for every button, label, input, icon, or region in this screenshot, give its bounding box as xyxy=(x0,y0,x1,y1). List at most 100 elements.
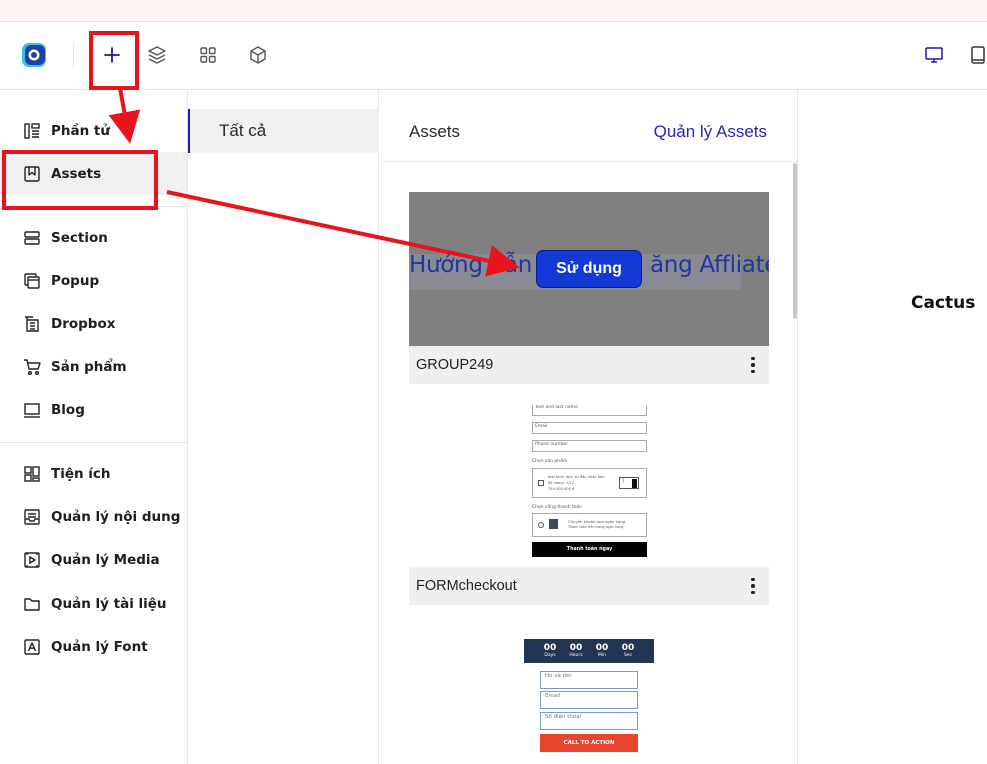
sidebar-item-font-management[interactable]: Quản lý Font xyxy=(0,625,187,668)
sidebar-item-label: Sản phẩm xyxy=(51,358,127,375)
tablet-icon xyxy=(971,46,985,64)
sidebar-item-media-management[interactable]: Quản lý Media xyxy=(0,538,187,581)
sidebar: Phần tử Assets Section Popup Dropbox Sản… xyxy=(0,90,188,764)
cube-button[interactable] xyxy=(242,39,274,71)
more-options-icon[interactable] xyxy=(743,573,763,599)
asset-name: FORMcheckout xyxy=(416,578,517,594)
mini-field-text: Email xyxy=(545,693,561,699)
sidebar-item-label: Popup xyxy=(51,272,100,289)
mini-label: Chọn cổng thanh toán xyxy=(532,505,583,510)
tablet-view-button[interactable] xyxy=(962,39,987,71)
assets-header: Assets Quản lý Assets xyxy=(380,90,797,162)
asset-card-footer: GROUP249 xyxy=(409,346,769,384)
sidebar-item-label: Assets xyxy=(51,165,102,182)
mini-payment-box: Chuyển khoản qua ngân hàng Thanh toán tr… xyxy=(532,513,647,537)
mini-payment-name: Chuyển khoản qua ngân hàng xyxy=(568,519,626,524)
sidebar-item-label: Blog xyxy=(51,401,85,418)
mini-field-text: Email xyxy=(535,424,548,429)
mini-product-box: test form dịch vụ đầu nhân làm Số lượng:… xyxy=(532,468,647,498)
browser-top-strip xyxy=(0,0,987,22)
mini-product-qty: Số lượng: 1/12 xyxy=(548,481,575,485)
asset-card-group249[interactable]: Hướng dẫn ăng Affliate Sử dụng GROUP249 xyxy=(409,192,769,384)
mini-checkbox xyxy=(538,480,544,486)
sidebar-item-label: Tiện ích xyxy=(51,465,111,482)
assets-scrollbar[interactable] xyxy=(793,163,797,319)
countdown-value: 00 xyxy=(621,643,635,653)
asset-thumbnail: Text and last name Email Phone number Ch… xyxy=(409,405,769,567)
plus-icon xyxy=(104,47,120,63)
countdown-label: Min xyxy=(598,653,606,658)
countdown-value: 00 xyxy=(569,643,583,653)
dropbox-icon xyxy=(22,314,42,334)
mini-field-text: Text and last name xyxy=(535,405,578,410)
sidebar-item-widgets[interactable]: Tiện ích xyxy=(0,452,187,495)
asset-thumbnail: Hướng dẫn ăng Affliate Sử dụng xyxy=(409,192,769,346)
assets-panel: Assets Quản lý Assets Hướng dẫn ăng Affli… xyxy=(380,90,798,764)
sidebar-item-products[interactable]: Sản phẩm xyxy=(0,345,187,388)
assets-title: Assets xyxy=(409,122,461,141)
form-checkout-preview: Text and last name Email Phone number Ch… xyxy=(532,405,647,567)
countdown-unit: 00 Min xyxy=(590,643,614,658)
section-icon xyxy=(22,228,42,248)
sidebar-item-dropbox[interactable]: Dropbox xyxy=(0,302,187,345)
add-element-button[interactable] xyxy=(96,39,128,71)
manage-assets-link[interactable]: Quản lý Assets xyxy=(654,122,767,142)
canvas-preview[interactable]: Cactus xyxy=(798,90,987,764)
sidebar-item-elements[interactable]: Phần tử xyxy=(0,109,187,152)
use-asset-button[interactable]: Sử dụng xyxy=(536,250,642,288)
elements-icon xyxy=(22,121,42,141)
countdown-value: 00 xyxy=(543,643,557,653)
cart-icon xyxy=(22,357,42,377)
grid-icon xyxy=(200,47,216,63)
mini-field: Họ và tên xyxy=(540,671,638,689)
thumbnail-heading-left: Hướng dẫn xyxy=(409,252,533,278)
bank-icon xyxy=(549,519,558,529)
mini-field: Phone number xyxy=(532,440,647,452)
more-options-icon[interactable] xyxy=(743,352,763,378)
countdown-label: Days xyxy=(544,653,556,658)
sidebar-item-popup[interactable]: Popup xyxy=(0,259,187,302)
sidebar-item-content-management[interactable]: Quản lý nội dung xyxy=(0,495,187,538)
countdown-unit: 00 Hours xyxy=(564,643,588,658)
desktop-icon xyxy=(925,47,943,63)
popup-icon xyxy=(22,271,42,291)
mini-product-name: test form dịch vụ đầu nhân làm xyxy=(548,475,605,479)
cube-icon xyxy=(250,46,266,64)
mini-field-text: Họ và tên xyxy=(545,673,572,679)
asset-card-countdown-form[interactable]: 00 Days 00 Hours 00 Min 00 Sec Họ và tên Ema… xyxy=(409,626,769,764)
mini-label: Chọn sản phẩm xyxy=(532,459,568,464)
asset-card-formcheckout[interactable]: Text and last name Email Phone number Ch… xyxy=(409,405,769,605)
media-icon xyxy=(22,550,42,570)
mini-cta-button: CALL TO ACTION xyxy=(540,734,638,752)
countdown-label: Hours xyxy=(569,653,583,658)
sidebar-item-label: Quản lý Font xyxy=(51,638,148,655)
sidebar-item-assets[interactable]: Assets xyxy=(0,152,187,195)
mini-field: Số điện thoại xyxy=(540,712,638,730)
sidebar-item-document-management[interactable]: Quản lý tài liệu xyxy=(0,582,187,625)
grid-button[interactable] xyxy=(192,39,224,71)
desktop-view-button[interactable] xyxy=(918,39,950,71)
mini-qty-box: 1 xyxy=(619,477,639,489)
sidebar-item-blog[interactable]: Blog xyxy=(0,388,187,431)
sidebar-divider xyxy=(0,442,187,443)
toolbar-divider xyxy=(73,43,74,67)
app-logo-icon[interactable] xyxy=(20,41,48,69)
layers-button[interactable] xyxy=(141,39,173,71)
asset-name: GROUP249 xyxy=(416,357,494,373)
mini-field: Text and last name xyxy=(532,405,647,416)
mini-qty-toggle xyxy=(632,479,637,488)
countdown-value: 00 xyxy=(595,643,609,653)
countdown-preview: 00 Days 00 Hours 00 Min 00 Sec xyxy=(524,639,654,663)
sidebar-item-label: Dropbox xyxy=(51,315,116,332)
mini-product-price: 750.000.000 đ xyxy=(548,487,575,491)
mini-radio xyxy=(538,522,544,528)
mini-field: Email xyxy=(532,422,647,434)
mini-field-text: Số điện thoại xyxy=(545,714,582,720)
mini-submit-button: Thanh toán ngay xyxy=(532,542,647,557)
layers-icon xyxy=(148,46,166,64)
widgets-icon xyxy=(22,464,42,484)
category-all-tab[interactable]: Tất cả xyxy=(188,109,379,153)
countdown-label: Sec xyxy=(623,653,633,658)
countdown-unit: 00 Days xyxy=(538,643,562,658)
sidebar-item-section[interactable]: Section xyxy=(0,216,187,259)
